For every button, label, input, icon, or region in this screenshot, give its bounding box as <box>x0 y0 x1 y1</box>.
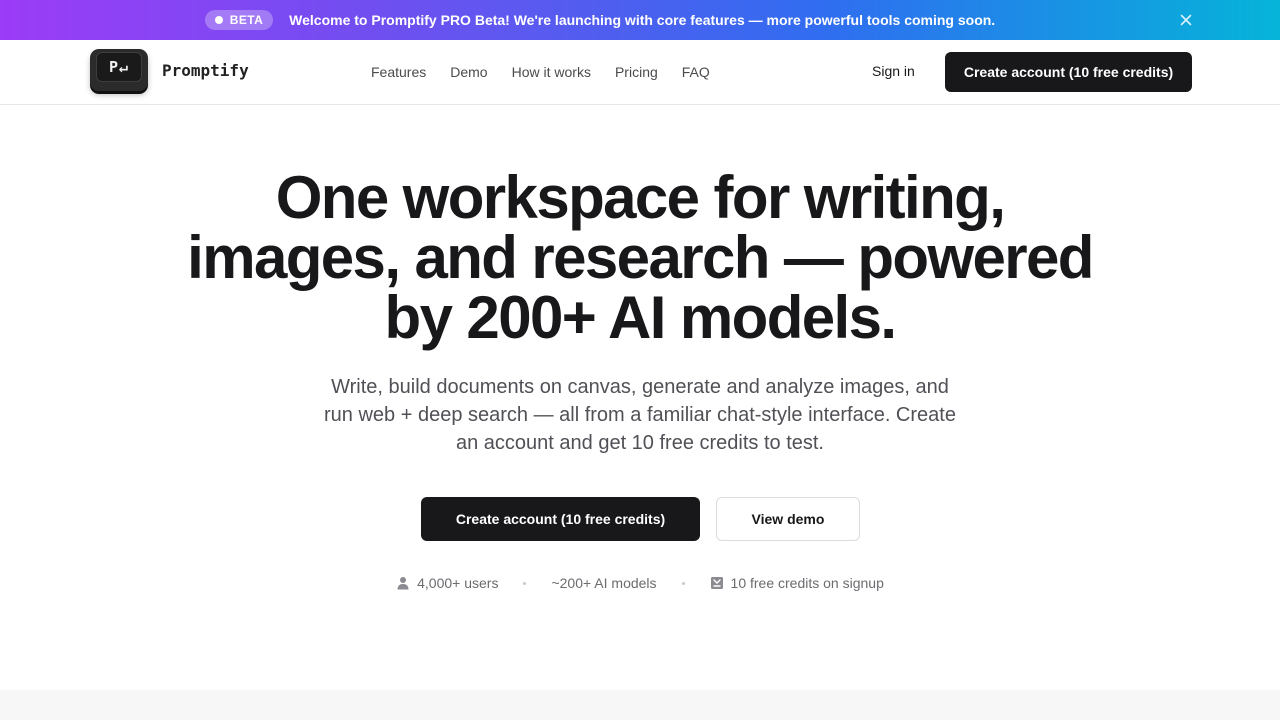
main-nav: Features Demo How it works Pricing FAQ <box>371 40 710 104</box>
site-header: P↵ Promptify Features Demo How it works … <box>0 40 1280 105</box>
stat-credits: 10 free credits on signup <box>710 575 884 591</box>
nav-link-faq[interactable]: FAQ <box>682 64 710 80</box>
hero-title-line: images, and research — powered <box>187 224 1094 291</box>
announcement-content: BETA Welcome to Promptify PRO Beta! We'r… <box>204 10 996 30</box>
hero-subtitle: Write, build documents on canvas, genera… <box>300 373 980 457</box>
credit-icon <box>710 576 724 590</box>
hero-subtitle-line: Write, build documents on canvas, genera… <box>331 376 949 398</box>
stats-row: 4,000+ users ~200+ AI models 10 free cre… <box>0 573 1280 593</box>
next-section-edge <box>0 690 1280 720</box>
sign-in-link[interactable]: Sign in <box>872 63 915 79</box>
hero-subtitle-line: run web + deep search — all from a famil… <box>324 404 956 426</box>
header-create-account-button[interactable]: Create account (10 free credits) <box>945 52 1192 92</box>
user-icon <box>396 576 410 590</box>
announcement-bar: BETA Welcome to Promptify PRO Beta! We'r… <box>0 0 1280 40</box>
brand-name: Promptify <box>162 60 249 80</box>
logo-key-label: P↵ <box>96 52 142 82</box>
beta-dot-icon <box>214 16 223 24</box>
create-account-button[interactable]: Create account (10 free credits) <box>421 497 700 541</box>
nav-link-features[interactable]: Features <box>371 64 426 80</box>
logo[interactable]: P↵ Promptify <box>90 49 249 91</box>
separator-dot <box>681 581 685 585</box>
stat-models-label: ~200+ AI models <box>551 575 657 591</box>
separator-dot <box>523 581 527 585</box>
nav-link-demo[interactable]: Demo <box>450 64 487 80</box>
hero-title-line: by 200+ AI models. <box>384 284 897 351</box>
logo-key-icon: P↵ <box>90 49 148 91</box>
hero-title-line: One workspace for writing, <box>275 164 1006 231</box>
beta-badge: BETA <box>204 10 274 30</box>
stat-users-label: 4,000+ users <box>417 575 499 591</box>
announcement-text: Welcome to Promptify PRO Beta! We're lau… <box>289 12 996 28</box>
hero-subtitle-line: an account and get 10 free credits to te… <box>455 432 824 454</box>
nav-link-pricing[interactable]: Pricing <box>615 64 658 80</box>
nav-link-how-it-works[interactable]: How it works <box>512 64 591 80</box>
close-icon[interactable] <box>1178 12 1194 28</box>
view-demo-button[interactable]: View demo <box>716 497 860 541</box>
hero-title: One workspace for writing, images, and r… <box>0 168 1280 348</box>
stat-users: 4,000+ users <box>396 575 498 591</box>
stat-credits-label: 10 free credits on signup <box>730 575 884 591</box>
beta-badge-label: BETA <box>229 13 264 27</box>
stat-models: ~200+ AI models <box>551 575 656 591</box>
